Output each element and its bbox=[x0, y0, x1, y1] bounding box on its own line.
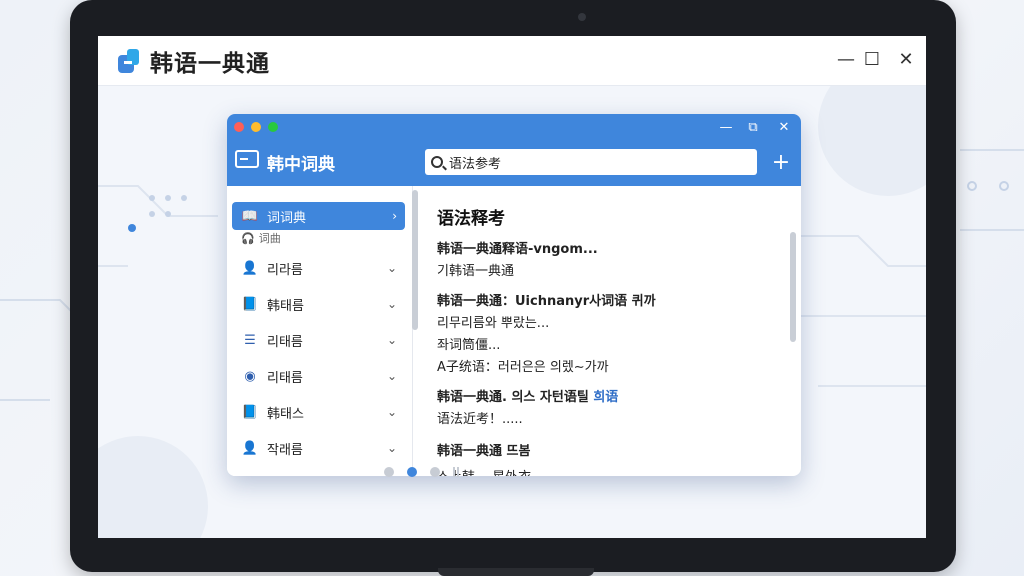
search-value: 语法参考 bbox=[449, 156, 502, 172]
stack-icon: ☰ bbox=[244, 332, 256, 348]
sidebar-item-label: 리태름 bbox=[267, 370, 303, 386]
content-scrollbar[interactable] bbox=[790, 232, 796, 342]
sidebar: 📖 词词典 › 🎧 词曲 👤 리라름 ⌄ 📘 韩태름 ⌄ ☰ 리태름 ⌄ ◉ 리… bbox=[227, 186, 413, 476]
sidebar-item-label: 작래름 bbox=[267, 442, 303, 458]
book-icon: 📖 bbox=[241, 208, 259, 224]
search-input[interactable]: 语法参考 bbox=[425, 149, 757, 175]
chevron-right-icon: › bbox=[392, 209, 397, 223]
dictionary-window: — ⧉ ✕ 韩中词典 语法参考 + 📖 词词典 › 🎧 词曲 👤 리라름 ⌄ 📘… bbox=[227, 114, 801, 476]
inner-maximize-button[interactable]: ⧉ bbox=[744, 119, 762, 135]
dictionary-title-bar: — ⧉ ✕ 韩中词典 语法参考 + bbox=[227, 114, 801, 186]
user-icon: 👤 bbox=[241, 260, 259, 276]
chevron-down-icon: ⌄ bbox=[386, 297, 397, 311]
sidebar-item-1[interactable]: 👤 리라름 ⌄ bbox=[232, 254, 405, 282]
sidebar-item-label: 韩태스 bbox=[267, 406, 304, 422]
sidebar-item-dictionary[interactable]: 📖 词词典 › bbox=[232, 202, 405, 230]
app-title-bar: 韩语一典通 — ☐ ✕ bbox=[98, 36, 926, 86]
screen: 韩语一典通 — ☐ ✕ — ⧉ ✕ 韩中词典 语法参考 + 📖 词词典 › 🎧 … bbox=[98, 36, 926, 538]
entry-line[interactable]: 韩语一典通：Uichnanyr사词语 퀴까 bbox=[437, 290, 656, 309]
sidebar-item-2[interactable]: 📘 韩태름 ⌄ bbox=[232, 290, 405, 318]
close-button[interactable]: ✕ bbox=[891, 44, 921, 74]
sidebar-item-label: 韩태름 bbox=[267, 298, 304, 314]
sidebar-item-label: 리라름 bbox=[267, 262, 303, 278]
headphones-icon: 🎧 bbox=[241, 231, 255, 245]
book-icon: 📘 bbox=[241, 404, 259, 420]
user-icon: 👤 bbox=[241, 440, 259, 456]
page-dot[interactable] bbox=[430, 467, 440, 477]
content-panel: 语法释考 韩语一典通释语-vngom... 기韩语一典通 韩语一典通：Uichn… bbox=[423, 186, 797, 476]
chevron-down-icon: ⌄ bbox=[386, 405, 397, 419]
entry-line: 기韩语一典通 bbox=[437, 264, 514, 279]
monitor-stand bbox=[438, 568, 594, 576]
app-title: 韩语一典通 bbox=[150, 50, 270, 77]
sidebar-item-label: 리태름 bbox=[267, 334, 303, 350]
book-icon: 📘 bbox=[241, 296, 259, 312]
app-logo-icon bbox=[116, 47, 142, 75]
sidebar-sub-item[interactable]: 🎧 词曲 bbox=[241, 230, 281, 246]
chevron-down-icon: ⌄ bbox=[386, 333, 397, 347]
inner-close-button[interactable]: ✕ bbox=[775, 119, 793, 135]
entry-link[interactable]: 희语 bbox=[593, 390, 618, 405]
pause-icon[interactable] bbox=[453, 467, 461, 477]
pagination-dots bbox=[384, 467, 461, 477]
sidebar-scrollbar[interactable] bbox=[412, 190, 418, 330]
search-icon bbox=[431, 156, 443, 168]
chevron-down-icon: ⌄ bbox=[386, 369, 397, 383]
entry-line: 리무리름와 뿌랐는... bbox=[437, 316, 550, 331]
content-heading: 语法释考 bbox=[437, 209, 505, 229]
entry-line[interactable]: 韩语一典通. 의스 자턴语틸 희语 bbox=[437, 386, 618, 405]
inner-minimize-button[interactable]: — bbox=[717, 119, 735, 135]
page-dot-active[interactable] bbox=[407, 467, 417, 477]
page-dot[interactable] bbox=[384, 467, 394, 477]
camera-dot bbox=[578, 13, 586, 21]
sidebar-item-4[interactable]: ◉ 리태름 ⌄ bbox=[232, 362, 405, 390]
sidebar-item-6[interactable]: 👤 작래름 ⌄ bbox=[232, 434, 405, 462]
dictionary-app-icon bbox=[235, 150, 259, 168]
chevron-down-icon: ⌄ bbox=[386, 261, 397, 275]
maximize-button[interactable]: ☐ bbox=[857, 44, 887, 74]
entry-line: 좌词筒僵... bbox=[437, 338, 501, 353]
entry-line: A子统语：러러은은 의렜∼가까 bbox=[437, 360, 609, 375]
tab-indicator bbox=[423, 186, 577, 189]
sidebar-item-label: 词词典 bbox=[267, 210, 307, 226]
sidebar-sub-label: 词曲 bbox=[258, 232, 281, 245]
entry-line[interactable]: 韩语一典通 뜨봄 bbox=[437, 440, 530, 459]
traffic-close-icon[interactable] bbox=[234, 122, 244, 132]
sidebar-item-3[interactable]: ☰ 리태름 ⌄ bbox=[232, 326, 405, 354]
sidebar-item-5[interactable]: 📘 韩태스 ⌄ bbox=[232, 398, 405, 426]
add-button[interactable]: + bbox=[769, 149, 793, 175]
entry-text: 韩语一典通. 의스 자턴语틸 bbox=[437, 390, 594, 405]
traffic-minimize-icon[interactable] bbox=[251, 122, 261, 132]
globe-icon: ◉ bbox=[244, 368, 256, 384]
entry-line: 语法近考！..... bbox=[437, 412, 523, 427]
entry-line[interactable]: 韩语一典通释语-vngom... bbox=[437, 238, 598, 257]
dictionary-app-name: 韩中词典 bbox=[267, 155, 335, 175]
chevron-down-icon: ⌄ bbox=[386, 441, 397, 455]
traffic-zoom-icon[interactable] bbox=[268, 122, 278, 132]
